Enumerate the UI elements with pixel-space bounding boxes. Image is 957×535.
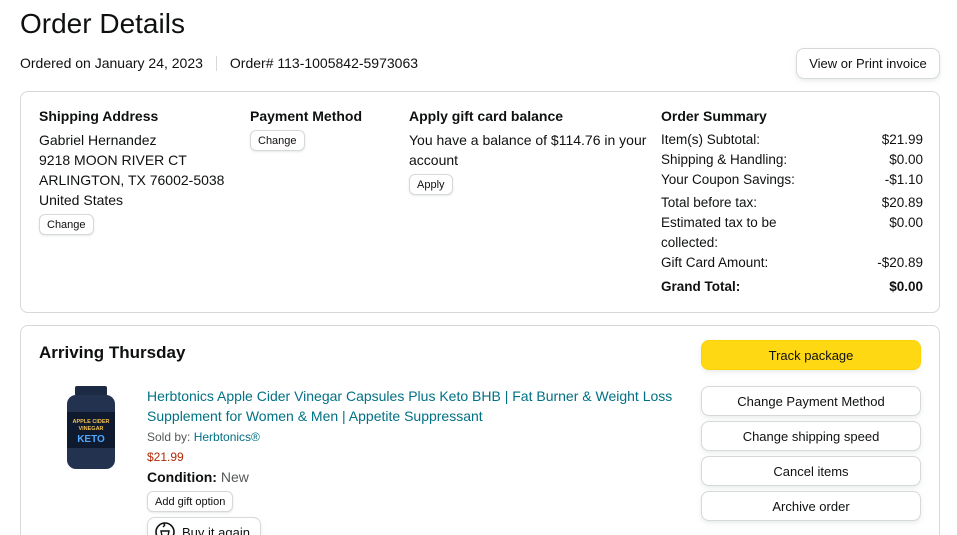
summary-row-grand-total: Grand Total: $0.00	[661, 279, 923, 294]
buy-again-button[interactable]: Buy it again	[147, 517, 261, 535]
shipping-address-heading: Shipping Address	[39, 108, 159, 124]
summary-row-shipping: Shipping & Handling: $0.00	[661, 152, 923, 167]
shipment-actions: Track package Change Payment Method Chan…	[701, 340, 921, 526]
page-title: Order Details	[20, 8, 185, 39]
seller-link[interactable]: Herbtonics®	[194, 430, 260, 444]
summary-row-total-before-tax: Total before tax: $20.89	[661, 195, 923, 210]
summary-row-coupon: Your Coupon Savings: -$1.10	[661, 172, 923, 187]
svg-text:APPLE CIDER: APPLE CIDER	[73, 419, 110, 425]
arrival-status: Arriving Thursday	[39, 343, 186, 362]
cancel-items-button[interactable]: Cancel items	[701, 456, 921, 486]
order-info-panel: Shipping Address Gabriel Hernandez 9218 …	[20, 91, 940, 313]
payment-method-section: Payment Method Change	[250, 108, 362, 151]
gift-card-heading: Apply gift card balance	[409, 108, 564, 124]
track-package-button[interactable]: Track package	[701, 340, 921, 370]
change-address-button[interactable]: Change	[39, 214, 94, 235]
shipping-address-section: Shipping Address Gabriel Hernandez 9218 …	[39, 108, 224, 235]
svg-text:VINEGAR: VINEGAR	[78, 426, 103, 432]
summary-row-gift-card: Gift Card Amount: -$20.89	[661, 255, 923, 270]
address-street: 9218 MOON RIVER CT	[39, 152, 187, 168]
order-summary: Order Summary Item(s) Subtotal: $21.99 Sh…	[661, 108, 923, 297]
product-condition: Condition: New	[147, 469, 249, 485]
order-summary-heading: Order Summary	[661, 108, 767, 124]
apply-gift-card-button[interactable]: Apply	[409, 174, 453, 195]
gift-card-balance-text-2: account	[409, 152, 459, 168]
gift-card-section: Apply gift card balance You have a balan…	[409, 108, 659, 195]
address-city: ARLINGTON, TX 76002-5038	[39, 172, 225, 188]
order-number: Order# 113-1005842-5973063	[229, 55, 419, 71]
gift-card-balance-text: You have a balance of $114.76 in your	[409, 132, 647, 148]
order-date: Ordered on January 24, 2023	[20, 55, 203, 71]
shipment-panel: Arriving Thursday APPLE CIDER VINEGAR KE…	[20, 325, 940, 535]
buy-again-icon	[155, 522, 175, 535]
divider	[215, 55, 217, 71]
address-country: United States	[39, 192, 124, 208]
archive-order-button[interactable]: Archive order	[701, 491, 921, 521]
svg-text:KETO: KETO	[77, 434, 105, 445]
add-gift-option-button[interactable]: Add gift option	[147, 491, 234, 512]
buy-again-label: Buy it again	[182, 524, 250, 535]
product-price: $21.99	[147, 450, 184, 464]
product-title-link[interactable]: Herbtonics Apple Cider Vinegar Capsules …	[147, 386, 687, 426]
product-image[interactable]: APPLE CIDER VINEGAR KETO	[61, 384, 121, 474]
summary-row-subtotal: Item(s) Subtotal: $21.99	[661, 132, 923, 147]
order-meta: Ordered on January 24, 2023 Order# 113-1…	[20, 55, 418, 71]
change-payment-method-button[interactable]: Change Payment Method	[701, 386, 921, 416]
view-invoice-button[interactable]: View or Print invoice	[796, 48, 940, 79]
change-payment-button[interactable]: Change	[250, 130, 305, 151]
address-name: Gabriel Hernandez	[39, 132, 157, 148]
change-shipping-speed-button[interactable]: Change shipping speed	[701, 421, 921, 451]
summary-row-tax: Estimated tax to be collected: $0.00	[661, 215, 923, 250]
sold-by: Sold by: Herbtonics®	[147, 430, 260, 444]
payment-method-heading: Payment Method	[250, 108, 363, 124]
